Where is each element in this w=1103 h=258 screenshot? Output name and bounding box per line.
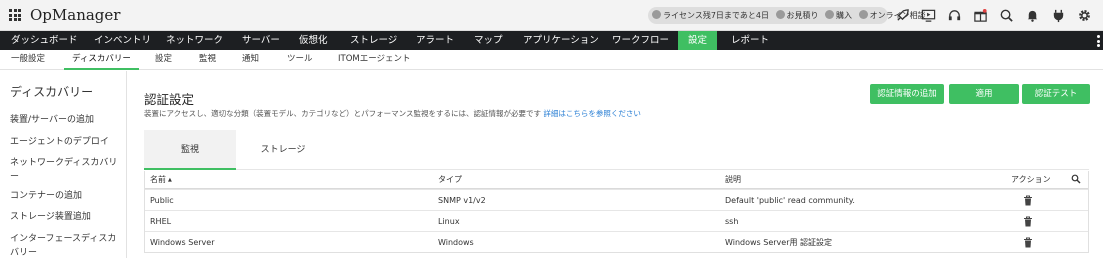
buy-icon [825,10,835,19]
subnav-configuration[interactable]: 設定 [155,50,172,70]
credentials-table: 名前 ▲ タイプ 説明 アクション Public SNMP v1/v2 Defa… [144,171,1089,253]
headset-icon[interactable] [944,5,964,25]
page-title: 認証設定 [144,92,195,107]
sub-nav: 一般設定 ディスカバリー 設定 監視 通知 ツール ITOMエージェント [0,50,1103,70]
cell-name: RHEL [150,216,172,226]
quote-link[interactable]: お見積り [787,11,819,20]
app-title: OpManager [30,6,121,24]
cell-type: Windows [438,237,474,247]
subnav-notifications[interactable]: 通知 [242,50,259,70]
delete-icon[interactable] [1023,216,1033,227]
subnav-tools[interactable]: ツール [287,50,313,70]
nav-dashboard[interactable]: ダッシュボード [11,31,78,50]
table-row[interactable]: Windows Server Windows Windows Server用 認… [145,231,1088,252]
subnav-itom-agent[interactable]: ITOMエージェント [338,50,411,70]
column-header-description[interactable]: 説明 [725,171,741,188]
page-description: 装置にアクセスし、適切な分類（装置モデル、カテゴリなど）とパフォーマンス監視をす… [144,108,641,119]
sidebar-item-add-storage[interactable]: ストレージ装置追加 [10,210,122,224]
plug-icon[interactable] [1048,5,1068,25]
column-header-name[interactable]: 名前 ▲ [150,171,172,188]
nav-workflow[interactable]: ワークフロー [612,31,669,50]
column-header-action: アクション [1011,175,1051,184]
sidebar-item-network-discovery[interactable]: ネットワークディスカバリー [10,156,122,184]
credential-tabs: 監視 ストレージ [144,130,1089,170]
subnav-monitoring[interactable]: 監視 [199,50,216,70]
gift-icon[interactable] [970,5,990,25]
table-header: 名前 ▲ タイプ 説明 アクション [145,171,1088,189]
sidebar: ディスカバリー 装置/サーバーの追加 エージェントのデプロイ ネットワークディス… [0,71,127,258]
consult-icon [858,10,868,19]
subnav-general[interactable]: 一般設定 [11,50,45,70]
more-menu-icon[interactable] [1097,35,1100,49]
sidebar-item-add-container[interactable]: コンテナーの追加 [10,189,122,203]
tab-storage[interactable]: ストレージ [236,130,330,170]
table-row[interactable]: Public SNMP v1/v2 Default 'public' read … [145,189,1088,210]
sidebar-item-deploy-agent[interactable]: エージェントのデプロイ [10,135,122,149]
column-header-type[interactable]: タイプ [438,171,462,188]
delete-icon[interactable] [1023,237,1033,248]
search-icon[interactable] [996,5,1016,25]
buy-link[interactable]: 購入 [836,11,852,20]
nav-storage[interactable]: ストレージ [350,31,397,50]
table-row[interactable]: RHEL Linux ssh [145,210,1088,231]
column-name-label: 名前 [150,175,166,184]
sidebar-item-interface-discovery[interactable]: インターフェースディスカバリー [10,232,122,258]
cell-description: Windows Server用 認証設定 [725,237,833,247]
rocket-icon[interactable] [892,5,912,25]
cell-name: Windows Server [150,237,215,247]
tab-monitoring[interactable]: 監視 [144,130,236,170]
add-credential-button[interactable]: 認証情報の追加 [870,84,944,104]
cell-description: ssh [725,216,739,226]
sort-asc-icon: ▲ [168,176,172,183]
quote-icon [775,10,785,19]
top-icon-bar [892,5,1103,25]
nav-settings[interactable]: 設定 [678,31,718,50]
nav-inventory[interactable]: インベントリ [94,31,151,50]
description-text: 装置にアクセスし、適切な分類（装置モデル、カテゴリなど）とパフォーマンス監視をす… [144,109,541,118]
nav-alarms[interactable]: アラート [416,31,454,50]
sidebar-title: ディスカバリー [10,85,94,99]
promo-bar: ライセンス残7日まであと4日 お見積り 購入 オンライン相談 [648,7,926,24]
cell-description: Default 'public' read community. [725,195,855,205]
subnav-discovery[interactable]: ディスカバリー [64,50,139,70]
cell-type: Linux [438,216,460,226]
top-bar: OpManager ライセンス残7日まであと4日 お見積り 購入 オンライン相談 [0,0,1103,31]
cell-name: Public [150,195,174,205]
nav-applications[interactable]: アプリケーション [523,31,599,50]
credential-test-button[interactable]: 認証テスト [1022,84,1090,104]
main-nav: ダッシュボード インベントリ ネットワーク サーバー 仮想化 ストレージ アラー… [0,31,1103,50]
license-link[interactable]: ライセンス残7日まであと4日 [663,11,769,20]
table-search-icon[interactable] [1071,174,1081,184]
nav-maps[interactable]: マップ [474,31,503,50]
info-icon [652,10,661,19]
gear-icon[interactable] [1074,5,1094,25]
nav-virtualization[interactable]: 仮想化 [299,31,328,50]
details-link[interactable]: 詳細はこちらを参照ください [543,109,641,118]
bell-icon[interactable] [1022,5,1042,25]
cell-type: SNMP v1/v2 [438,195,486,205]
apply-button[interactable]: 適用 [949,84,1019,104]
app-grid-icon[interactable] [9,9,21,21]
nav-server[interactable]: サーバー [242,31,280,50]
nav-network[interactable]: ネットワーク [166,31,223,50]
nav-reports[interactable]: レポート [731,31,769,50]
sidebar-item-add-device[interactable]: 装置/サーバーの追加 [10,113,122,127]
monitor-play-icon[interactable] [918,5,938,25]
delete-icon[interactable] [1023,195,1033,206]
